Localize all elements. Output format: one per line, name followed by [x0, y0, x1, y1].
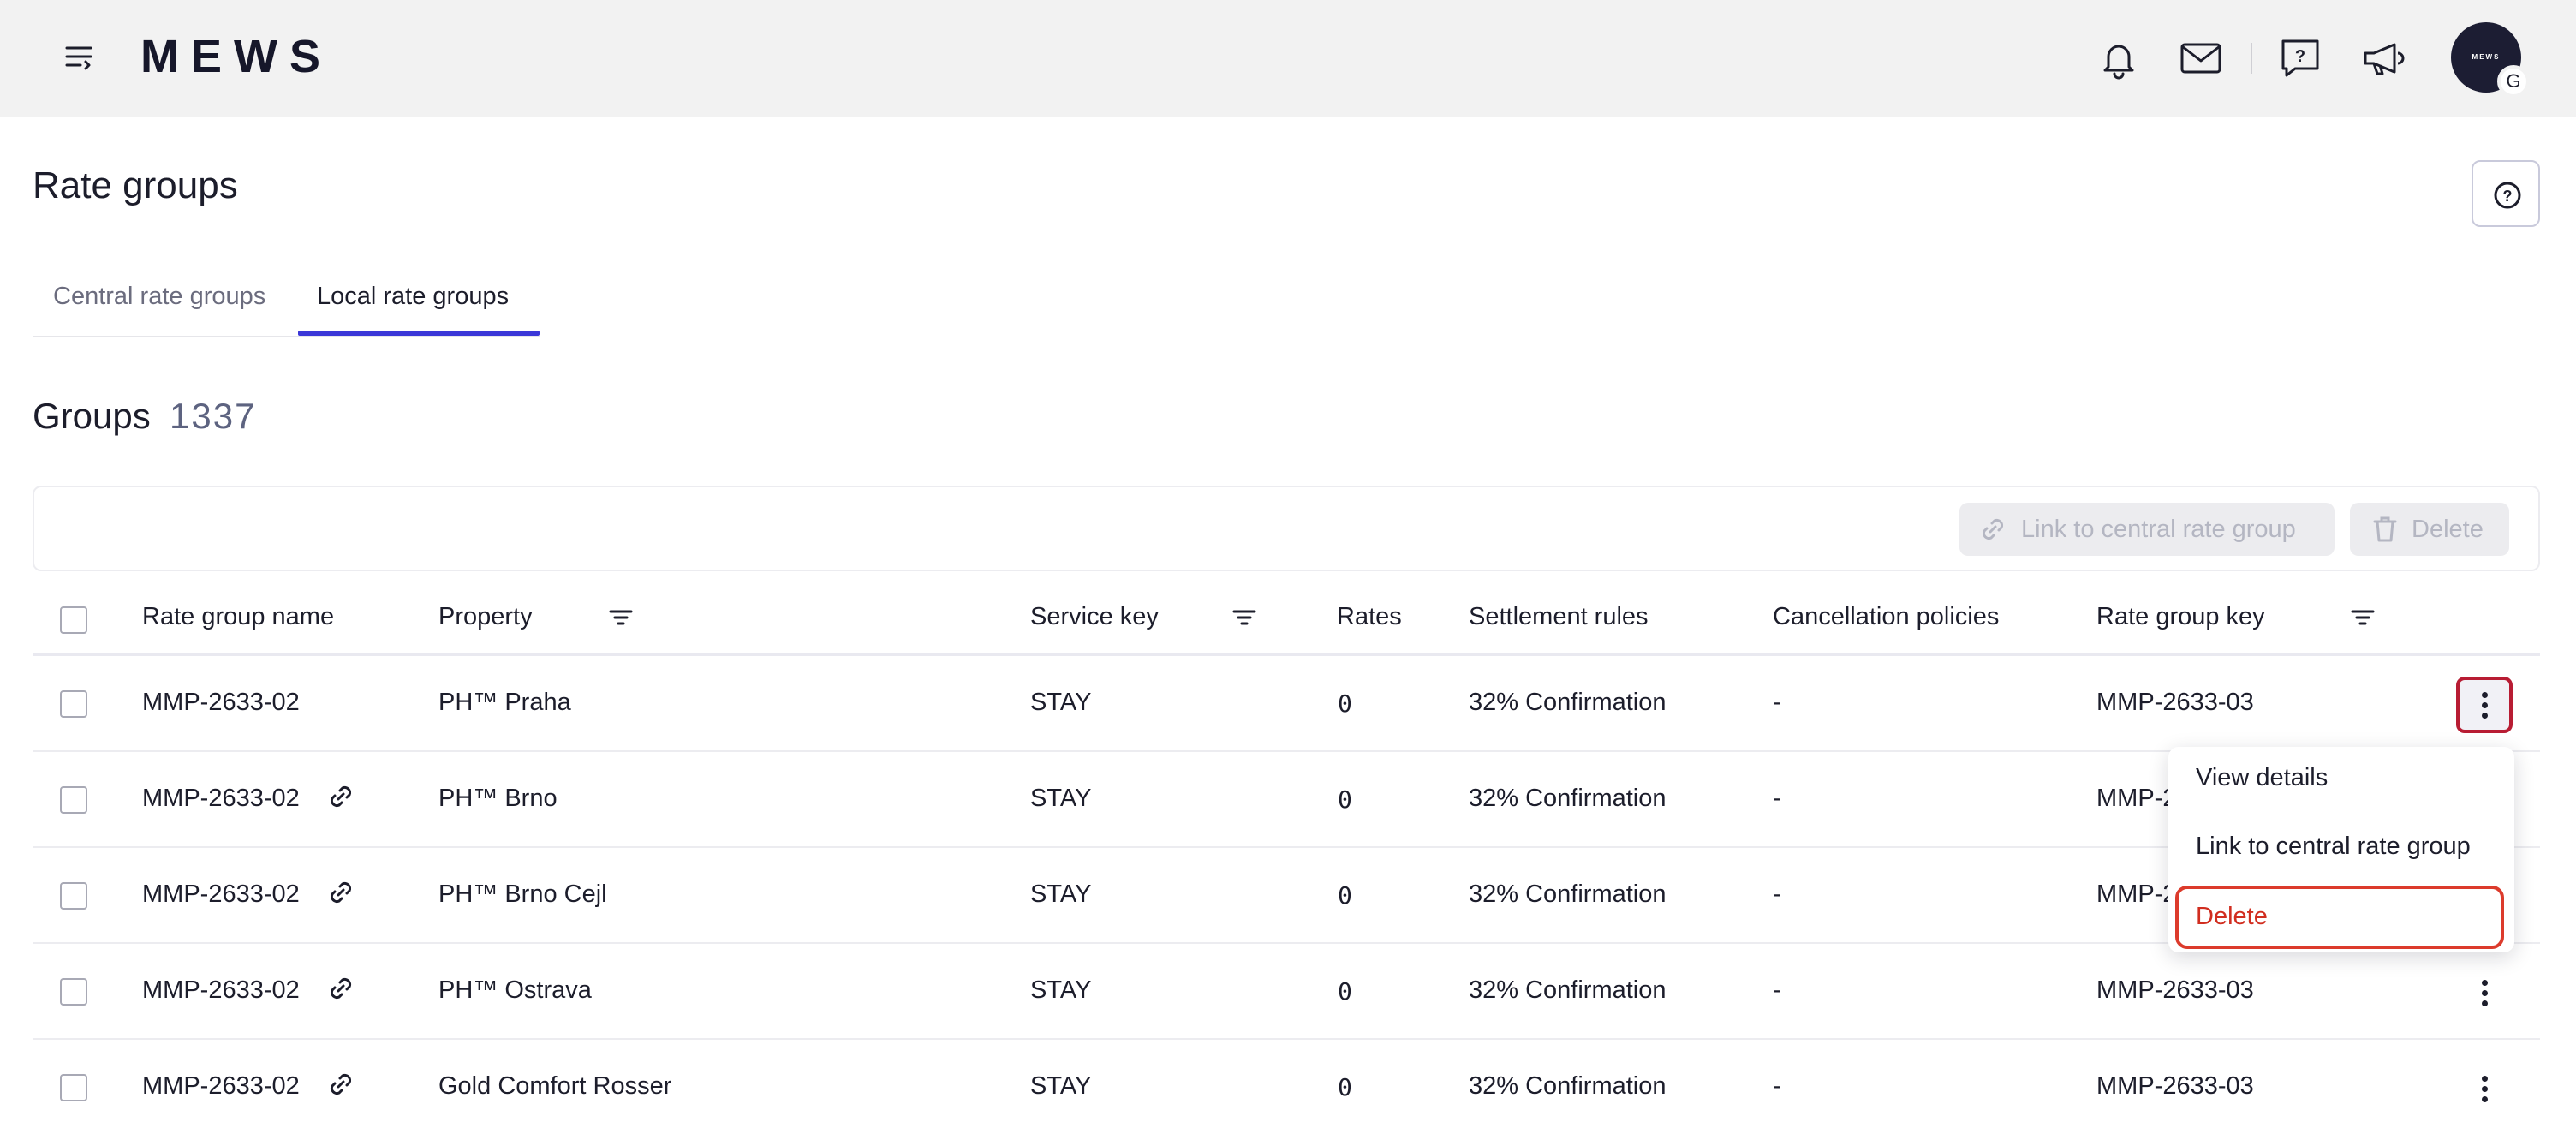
top-divider — [2251, 43, 2252, 74]
top-bar: MEWS ? MEWS G — [0, 0, 2576, 117]
trash-icon — [2373, 516, 2397, 542]
bulk-actions-toolbar: Link to central rate group Delete — [33, 486, 2540, 571]
cancellation-policies: - — [1773, 976, 1781, 1004]
cancellation-policies: - — [1773, 785, 1781, 812]
linked-icon — [325, 781, 356, 812]
table-header: Rate group name Property Service key Rat… — [33, 582, 2540, 656]
column-rate-group-key[interactable]: Rate group key — [2096, 603, 2265, 631]
service-key: STAY — [1030, 689, 1092, 716]
rate-group-tabs: Central rate groups Local rate groups — [33, 264, 540, 337]
menu-item-view-details[interactable]: View details — [2196, 764, 2328, 792]
table-row[interactable]: MMP-2633-02 PH™ Brno Cejl STAY 0 32% Con… — [33, 848, 2540, 944]
rates: 0 — [1338, 785, 1352, 814]
help-chat-icon[interactable]: ? — [2275, 33, 2326, 84]
avatar-logo: MEWS — [2472, 53, 2501, 61]
menu-item-delete-label: Delete — [2196, 903, 2268, 930]
page-title: Rate groups — [33, 164, 238, 206]
mews-logo[interactable]: MEWS — [140, 29, 332, 84]
groups-count: 1337 — [170, 396, 257, 436]
linked-icon — [325, 973, 356, 1004]
svg-text:?: ? — [2295, 47, 2305, 66]
user-avatar[interactable]: MEWS G — [2451, 22, 2530, 98]
rates: 0 — [1338, 1073, 1352, 1101]
cancellation-policies: - — [1773, 1072, 1781, 1100]
row-checkbox[interactable] — [60, 690, 87, 718]
row-checkbox[interactable] — [60, 978, 87, 1006]
settlement-rules: 32% Confirmation — [1469, 1072, 1667, 1100]
property-filter-icon[interactable] — [608, 605, 634, 630]
row-actions-button[interactable] — [2456, 677, 2513, 733]
row-actions-menu: View details Link to central rate group … — [2168, 747, 2514, 952]
settlement-rules: 32% Confirmation — [1469, 785, 1667, 812]
table-row[interactable]: MMP-2633-02 PH™ Ostrava STAY 0 32% Confi… — [33, 944, 2540, 1040]
row-checkbox[interactable] — [60, 786, 87, 814]
rate-group-key: MMP-2633-03 — [2096, 689, 2254, 716]
property: PH™ Brno — [438, 785, 558, 812]
rate-group-key: MMP-2633-03 — [2096, 976, 2254, 1004]
rate-group-key: MMP-2633-03 — [2096, 1072, 2254, 1100]
column-rate-group-name[interactable]: Rate group name — [142, 603, 334, 631]
rates: 0 — [1338, 689, 1352, 718]
select-all-checkbox[interactable] — [60, 606, 87, 634]
megaphone-icon[interactable] — [2357, 33, 2408, 84]
settlement-rules: 32% Confirmation — [1469, 880, 1667, 908]
property: PH™ Brno Cejl — [438, 880, 607, 908]
groups-heading: Groups — [33, 396, 151, 436]
link-icon — [1982, 518, 2004, 540]
menu-item-link-to-central-rate-group[interactable]: Link to central rate group — [2196, 833, 2471, 861]
column-property[interactable]: Property — [438, 603, 533, 631]
mail-icon[interactable] — [2175, 33, 2227, 84]
rate-group-name: MMP-2633-02 — [142, 880, 300, 908]
column-settlement-rules[interactable]: Settlement rules — [1469, 603, 1649, 631]
rates: 0 — [1338, 977, 1352, 1006]
avatar-initial-badge: G — [2497, 65, 2530, 98]
service-key: STAY — [1030, 785, 1092, 812]
tab-local-rate-groups[interactable]: Local rate groups — [317, 283, 509, 311]
property: PH™ Praha — [438, 689, 571, 716]
service-key: STAY — [1030, 976, 1092, 1004]
question-icon: ? — [2494, 182, 2521, 209]
settlement-rules: 32% Confirmation — [1469, 689, 1667, 716]
column-service-key[interactable]: Service key — [1030, 603, 1159, 631]
linked-icon — [325, 1069, 356, 1100]
rate-group-name: MMP-2633-02 — [142, 1072, 300, 1100]
service-key: STAY — [1030, 1072, 1092, 1100]
bell-icon[interactable] — [2093, 33, 2144, 84]
menu-toggle-icon[interactable] — [60, 39, 99, 77]
table-row[interactable]: MMP-2633-02 PH™ Brno STAY 0 32% Confirma… — [33, 752, 2540, 848]
table-row[interactable]: MMP-2633-02 Gold Comfort Rosser STAY 0 3… — [33, 1040, 2540, 1134]
property: PH™ Ostrava — [438, 976, 592, 1004]
svg-text:?: ? — [2503, 188, 2513, 205]
delete-button[interactable]: Delete — [2350, 503, 2509, 556]
table-row[interactable]: MMP-2633-02 PH™ Praha STAY 0 32% Confirm… — [33, 656, 2540, 752]
column-cancellation-policies[interactable]: Cancellation policies — [1773, 603, 1999, 631]
row-checkbox[interactable] — [60, 882, 87, 910]
column-rates[interactable]: Rates — [1337, 603, 1402, 631]
cancellation-policies: - — [1773, 880, 1781, 908]
settlement-rules: 32% Confirmation — [1469, 976, 1667, 1004]
link-to-central-rate-group-button[interactable]: Link to central rate group — [1959, 503, 2334, 556]
rate-group-name: MMP-2633-02 — [142, 689, 300, 716]
link-to-central-rate-group-label: Link to central rate group — [2021, 516, 2296, 543]
rate-group-name: MMP-2633-02 — [142, 785, 300, 812]
row-checkbox[interactable] — [60, 1074, 87, 1101]
service-key-filter-icon[interactable] — [1231, 605, 1257, 630]
cancellation-policies: - — [1773, 689, 1781, 716]
rates: 0 — [1338, 881, 1352, 910]
delete-label: Delete — [2412, 516, 2484, 543]
rate-group-name: MMP-2633-02 — [142, 976, 300, 1004]
row-actions-button[interactable] — [2456, 964, 2513, 1021]
property: Gold Comfort Rosser — [438, 1072, 672, 1100]
linked-icon — [325, 877, 356, 908]
active-tab-indicator — [298, 331, 540, 336]
service-key: STAY — [1030, 880, 1092, 908]
help-button[interactable]: ? — [2472, 160, 2540, 227]
tab-central-rate-groups[interactable]: Central rate groups — [53, 283, 265, 311]
row-actions-button[interactable] — [2456, 1060, 2513, 1117]
rate-group-key-filter-icon[interactable] — [2350, 605, 2376, 630]
menu-item-delete[interactable]: Delete — [2175, 886, 2504, 949]
